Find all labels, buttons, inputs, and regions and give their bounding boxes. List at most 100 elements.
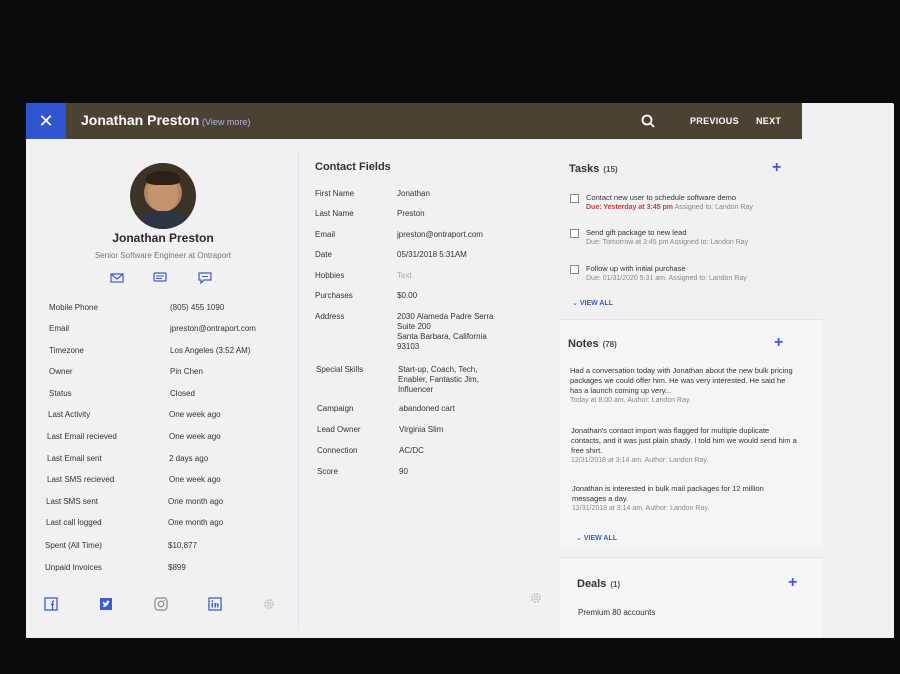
field-value: 2 days ago — [169, 454, 209, 463]
tasks-view-all-link[interactable]: ⌄ VIEW ALL — [572, 299, 613, 307]
contact-field-value[interactable]: Start-up, Coach, Tech, Enabler, Fantasti… — [398, 365, 479, 395]
previous-button[interactable]: PREVIOUS — [690, 116, 739, 126]
profile-name: Jonathan Preston — [112, 231, 214, 245]
field-label: Mobile Phone — [49, 303, 98, 312]
chevron-down-icon: ⌄ — [572, 300, 578, 307]
field-label: Last call logged — [46, 518, 102, 527]
add-task-button[interactable]: + — [772, 159, 781, 177]
note-item[interactable]: Jonathan's contact import was flagged fo… — [571, 426, 797, 466]
field-value: One month ago — [168, 497, 224, 506]
field-value: One week ago — [169, 410, 221, 419]
note-item[interactable]: Had a conversation today with Jonathan a… — [570, 366, 796, 406]
note-text: Had a conversation today with Jonathan a… — [570, 366, 793, 395]
deal-item[interactable]: Premium 80 accounts — [578, 608, 655, 617]
task-meta: Due: 01/31/2020 5:31 am. Assigned to: La… — [586, 275, 747, 282]
task-assigned: Assigned to: Landon Ray — [668, 275, 747, 282]
view-more-link[interactable]: (View more) — [202, 117, 250, 127]
contact-field-value[interactable]: AC/DC — [399, 446, 424, 456]
contact-field-value[interactable]: 05/31/2018 5:31AM — [397, 250, 467, 260]
contact-fields-title: Contact Fields — [315, 161, 391, 173]
task-due: Due: 01/31/2020 5:31 am. — [586, 275, 667, 282]
note-meta: Today at 8:00 am. Author: Landon Ray. — [570, 397, 691, 404]
avatar — [130, 163, 196, 229]
contact-field-value[interactable]: Preston — [397, 209, 425, 219]
header-contact-name: Jonathan Preston — [81, 112, 200, 128]
contact-field-value[interactable]: abandoned cart — [399, 404, 455, 414]
task-meta: Due: Tomorrow at 3:45 pm Assigned to: La… — [586, 239, 748, 246]
note-meta: 12/31/2018 at 3:14 am. Author: Landon Ra… — [571, 457, 709, 464]
contact-field-label: Campaign — [317, 404, 354, 413]
task-checkbox[interactable] — [570, 229, 579, 238]
field-value: Los Angeles (3:52 AM) — [170, 346, 251, 355]
field-label: Unpaid Invoices — [45, 563, 102, 572]
note-item[interactable]: Jonathan is interested in bulk mail pack… — [572, 484, 798, 514]
contact-field-value[interactable]: jpreston@ontraport.com — [397, 230, 483, 240]
tasks-title-text: Tasks — [569, 163, 600, 175]
contact-field-label: Date — [315, 250, 332, 259]
contact-field-value[interactable]: 2030 Alameda Padre Serra Suite 200 Santa… — [397, 312, 494, 352]
field-label: Last Activity — [48, 410, 91, 419]
field-label: Spent (All Time) — [45, 541, 102, 550]
tasks-count: (15) — [603, 165, 618, 174]
tasks-title: Tasks (15) — [569, 163, 618, 175]
linkedin-icon[interactable] — [208, 597, 222, 616]
next-button[interactable]: NEXT — [756, 116, 781, 126]
contact-field-label: Email — [315, 230, 336, 239]
instagram-icon[interactable] — [154, 597, 168, 616]
contact-field-label: Connection — [317, 446, 358, 455]
chevron-down-icon: ⌄ — [576, 535, 582, 542]
notes-view-all-link[interactable]: ⌄ VIEW ALL — [576, 534, 617, 542]
field-value: Pin Chen — [170, 367, 203, 376]
task-due: Due: Tomorrow at 3:45 pm — [586, 239, 669, 246]
field-label: Last SMS sent — [46, 497, 99, 506]
contact-field-label: Address — [315, 312, 345, 321]
settings-gear-icon[interactable] — [262, 597, 276, 616]
deals-title: Deals (1) — [577, 578, 620, 590]
field-value: One week ago — [169, 475, 221, 484]
task-assigned: Assigned to: Landon Ray — [674, 204, 753, 211]
contact-field-label: Purchases — [315, 291, 353, 300]
right-panel: Tasks (15) + Contact new user to schedule… — [560, 147, 822, 638]
notes-view-all-label: VIEW ALL — [583, 535, 618, 542]
tasks-view-all-label: VIEW ALL — [579, 300, 614, 307]
notes-title: Notes (78) — [568, 338, 617, 350]
chat-icon[interactable] — [198, 271, 212, 289]
contact-field-label: Score — [317, 467, 338, 476]
note-meta: 12/31/2018 at 3:14 am. Author: Landon Ra… — [572, 505, 710, 512]
add-deal-button[interactable]: + — [788, 574, 797, 592]
add-note-button[interactable]: + — [774, 334, 783, 352]
field-value: Closed — [170, 389, 195, 398]
email-icon[interactable] — [110, 271, 124, 289]
twitter-icon[interactable] — [99, 597, 113, 616]
contact-field-value[interactable]: Text — [397, 271, 412, 281]
search-icon[interactable] — [640, 113, 656, 129]
notes-count: (78) — [602, 340, 617, 349]
contact-field-value[interactable]: 90 — [399, 467, 408, 477]
contact-field-label: Special Skills — [316, 365, 364, 374]
note-text: Jonathan's contact import was flagged fo… — [571, 426, 797, 455]
contact-field-value[interactable]: $0.00 — [397, 291, 417, 301]
contact-field-value[interactable]: Jonathan — [397, 189, 430, 199]
fields-settings-gear-icon[interactable] — [529, 591, 543, 610]
contact-field-label: Hobbies — [315, 271, 345, 280]
field-label: Email — [49, 324, 70, 333]
contact-field-value[interactable]: Virginia Slim — [399, 425, 443, 435]
facebook-icon[interactable] — [44, 597, 58, 616]
field-label: Last SMS recieved — [47, 475, 115, 484]
task-title: Follow up with initial purchase — [586, 264, 686, 273]
sms-icon[interactable] — [153, 271, 167, 289]
social-links — [44, 597, 284, 613]
field-value[interactable]: jpreston@ontraport.com — [170, 324, 256, 333]
contact-actions — [110, 271, 220, 285]
task-checkbox[interactable] — [570, 194, 579, 203]
field-label: Last Email recieved — [47, 432, 117, 441]
field-value: One month ago — [168, 518, 224, 527]
task-title: Send gift package to new lead — [586, 228, 687, 237]
close-button[interactable]: ✕ — [26, 103, 66, 139]
deals-card: Deals (1) + Premium 80 accounts — [560, 557, 822, 638]
field-value: $10,877 — [168, 541, 197, 550]
contact-field-label: Lead Owner — [317, 425, 361, 434]
field-value: One week ago — [169, 432, 221, 441]
task-meta: Due: Yesterday at 3:45 pm Assigned to: L… — [586, 204, 753, 211]
task-checkbox[interactable] — [570, 265, 579, 274]
